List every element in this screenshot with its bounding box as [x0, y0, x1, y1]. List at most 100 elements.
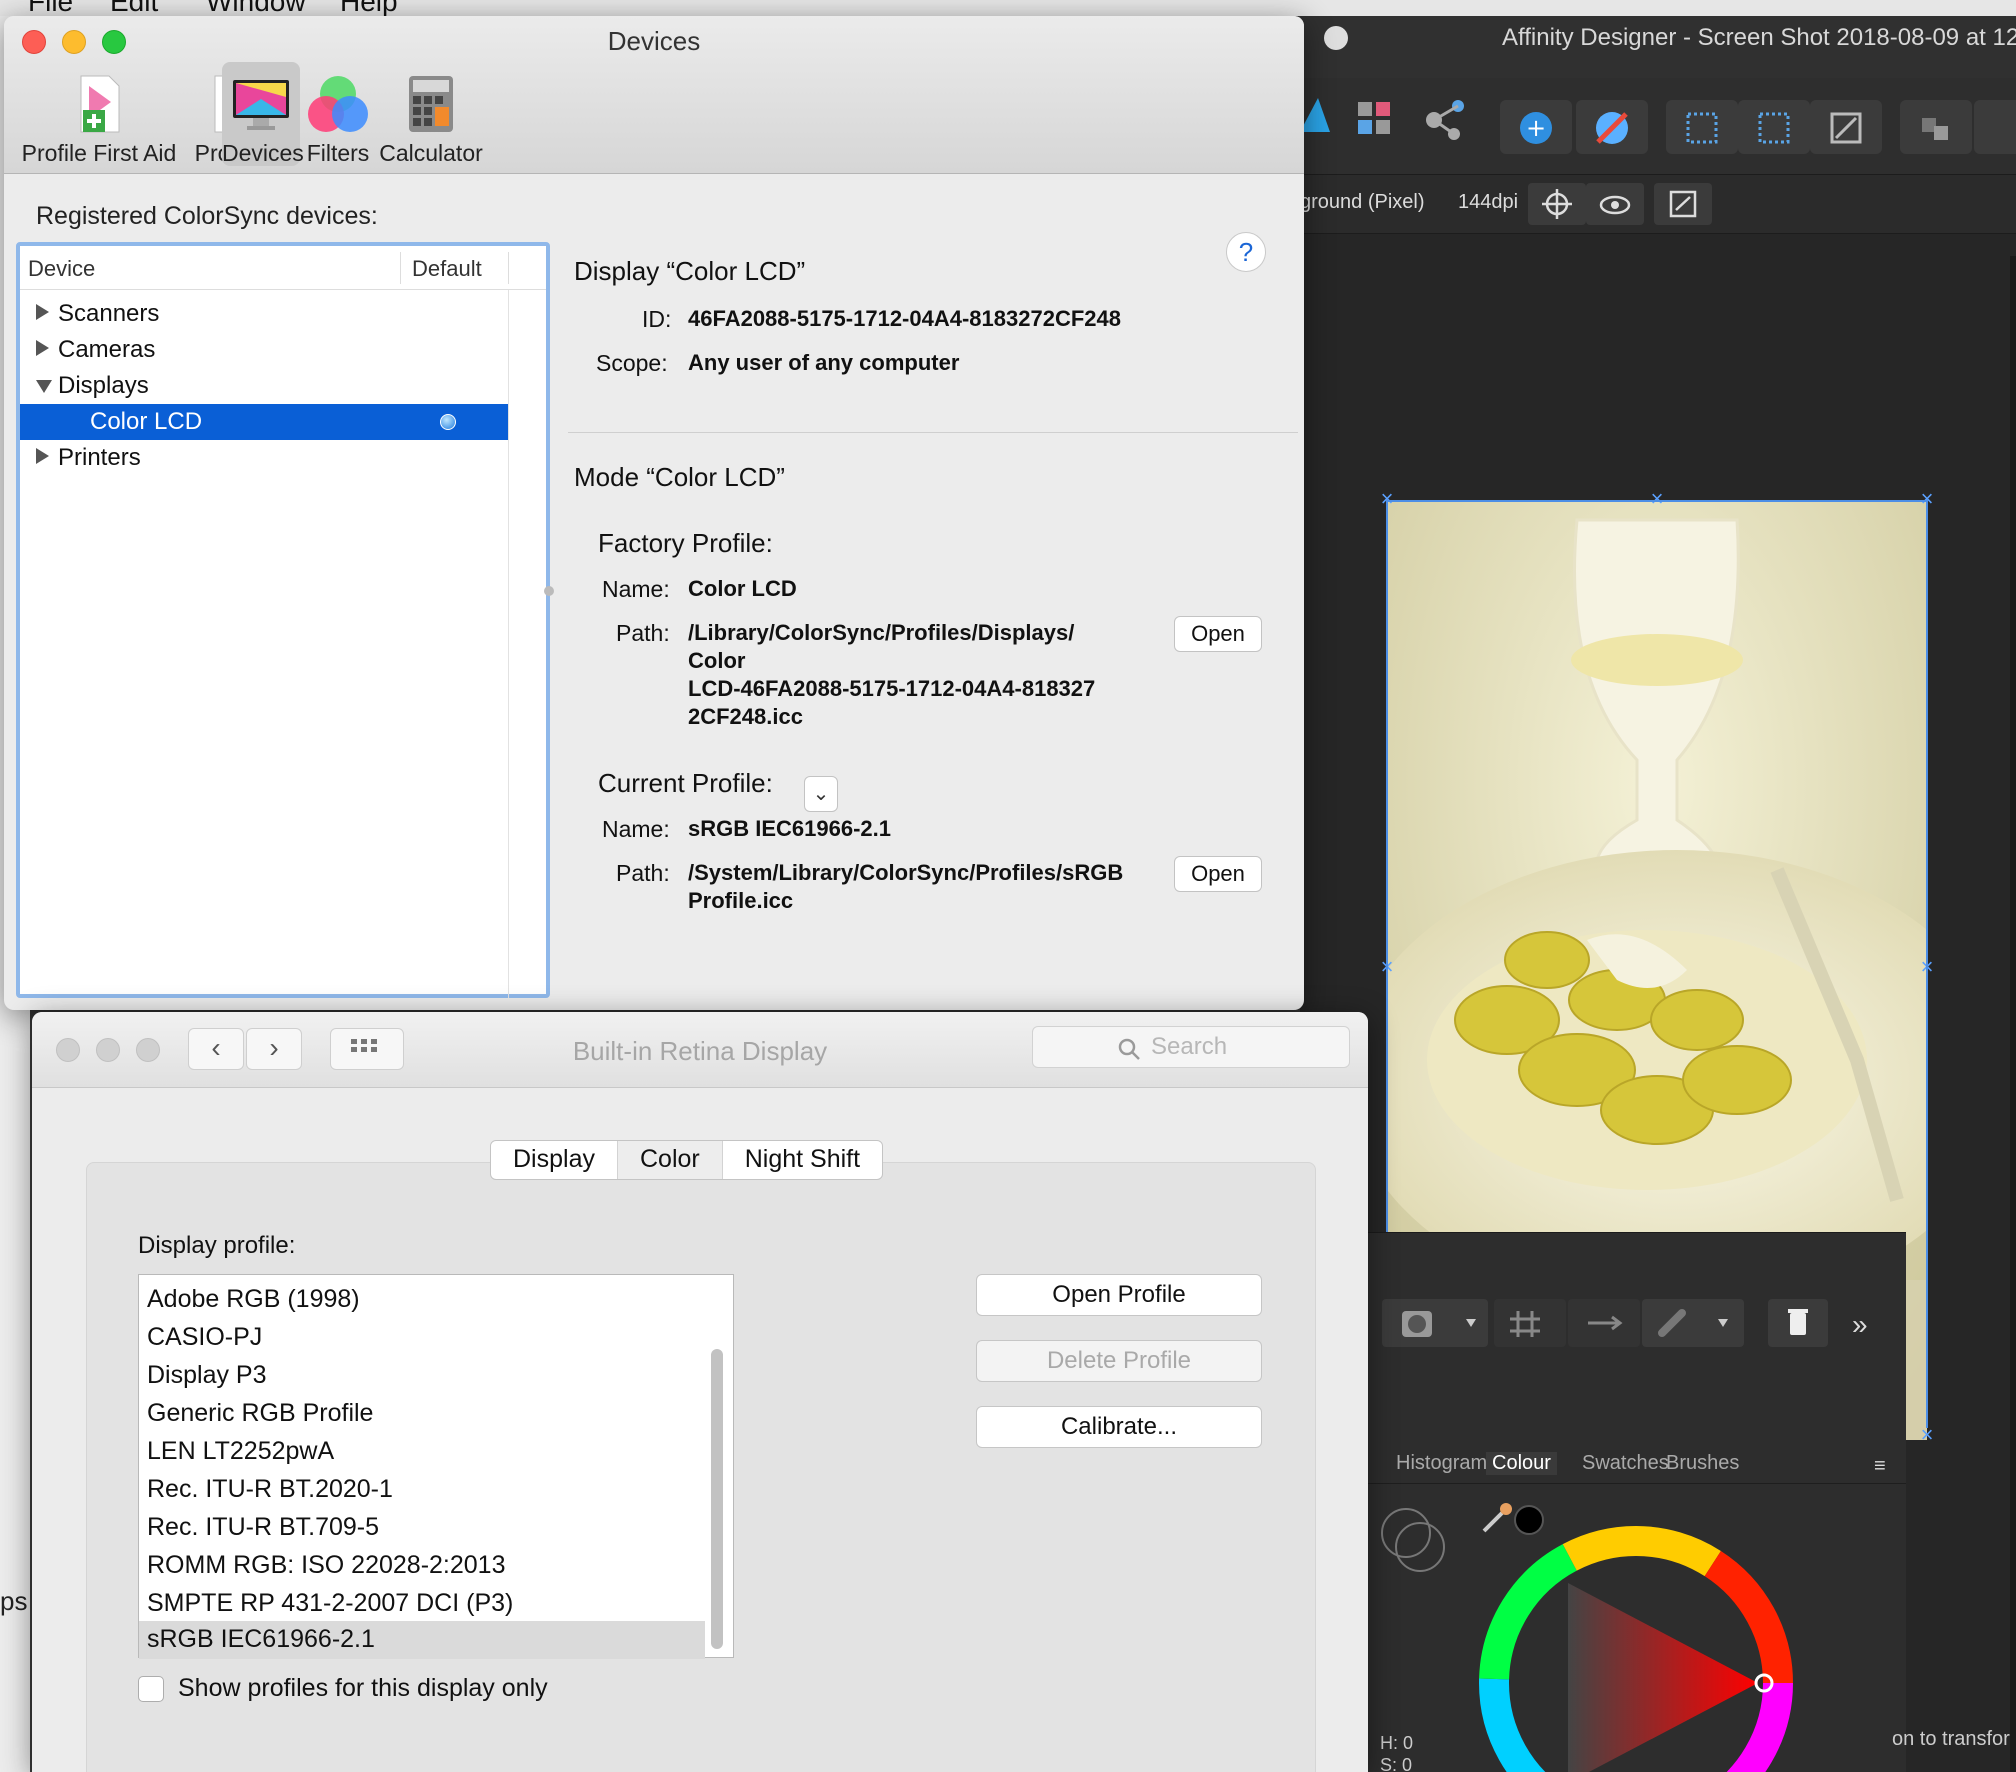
toolbar-devices[interactable]: Devices: [222, 62, 304, 166]
layer-name: ground (Pixel): [1300, 191, 1425, 213]
disclosure-right-icon[interactable]: [36, 340, 49, 356]
menu-edit[interactable]: Edit: [110, 0, 158, 16]
search-placeholder: Search: [1151, 1033, 1228, 1060]
syspref-titlebar: ‹ › Built-in Retina Display Search: [32, 1012, 1368, 1088]
rotate-icon[interactable]: [1654, 183, 1712, 225]
crosshair-icon[interactable]: [1528, 183, 1586, 225]
factory-path-line: Color: [688, 648, 746, 673]
help-button[interactable]: ?: [1226, 232, 1266, 272]
snap-grid-icon[interactable]: [1738, 100, 1810, 154]
align-grid-icon[interactable]: [1666, 100, 1738, 154]
arrange-icon[interactable]: [1900, 100, 1972, 154]
scope-value: Any user of any computer: [688, 350, 960, 375]
list-item[interactable]: Generic RGB Profile: [139, 1395, 705, 1433]
list-item[interactable]: Rec. ITU-R BT.2020-1: [139, 1471, 705, 1509]
grid-persona-icon[interactable]: [1354, 98, 1398, 142]
boolean-subtract-icon[interactable]: [1576, 100, 1648, 154]
default-device-indicator-icon: [440, 414, 456, 430]
display-profile-label: Display profile:: [138, 1232, 296, 1259]
overflow-icon[interactable]: [1974, 100, 2016, 154]
transform-icon[interactable]: [1810, 100, 1882, 154]
menu-window[interactable]: Window: [206, 0, 306, 16]
list-scrollbar[interactable]: [711, 1349, 723, 1649]
shape-fill-button[interactable]: [1382, 1299, 1488, 1347]
profile-list[interactable]: Adobe RGB (1998) CASIO-PJ Display P3 Gen…: [138, 1274, 734, 1659]
menu-help[interactable]: Help: [340, 0, 398, 16]
column-header-default[interactable]: Default: [412, 256, 482, 282]
colorsync-toolbar: Devices Profile First Aid Profiles Devic…: [4, 16, 1304, 174]
brush-icon[interactable]: [1642, 1299, 1744, 1347]
open-current-profile-button[interactable]: Open: [1174, 856, 1262, 892]
arrow-icon[interactable]: [1568, 1299, 1640, 1347]
eye-icon[interactable]: [1586, 183, 1644, 225]
list-item[interactable]: LEN LT2252pwA: [139, 1433, 705, 1471]
disclosure-down-icon[interactable]: [36, 380, 52, 393]
share-icon[interactable]: [1424, 98, 1468, 142]
show-profiles-checkbox[interactable]: [138, 1676, 164, 1702]
toolbar-profile-first-aid[interactable]: Profile First Aid: [14, 62, 184, 166]
tree-item-printers[interactable]: Printers: [20, 440, 500, 476]
affinity-window-title: Affinity Designer - Screen Shot 2018-08-…: [1502, 24, 2016, 51]
current-profile-heading: Current Profile:: [598, 768, 773, 798]
list-item[interactable]: SMPTE RP 431-2-2007 DCI (P3): [139, 1585, 705, 1623]
list-item[interactable]: Adobe RGB (1998): [139, 1281, 705, 1319]
tab-swatches[interactable]: Swatches: [1582, 1452, 1669, 1475]
fill-stroke-icon[interactable]: [1376, 1503, 1456, 1583]
tab-brushes[interactable]: Brushes: [1666, 1452, 1739, 1475]
saturation-readout: S: 0: [1380, 1755, 1413, 1772]
list-item-selected[interactable]: sRGB IEC61966-2.1: [139, 1621, 705, 1659]
tree-item-cameras[interactable]: Cameras: [20, 332, 500, 368]
tab-colour[interactable]: Colour: [1486, 1452, 1557, 1475]
panel-menu-icon[interactable]: ≡: [1874, 1455, 1886, 1478]
factory-path-line: /Library/ColorSync/Profiles/Displays/: [688, 620, 1075, 645]
column-header-device[interactable]: Device: [28, 256, 95, 282]
hue-readout: H: 0: [1380, 1733, 1414, 1753]
system-preferences-window: ‹ › Built-in Retina Display Search Displ…: [32, 1012, 1368, 1772]
tab-histogram[interactable]: Histogram: [1396, 1452, 1487, 1475]
tree-item-color-lcd[interactable]: Color LCD: [20, 404, 508, 440]
persona-icon[interactable]: [1300, 92, 1330, 136]
mode-heading: Mode “Color LCD”: [574, 462, 785, 492]
trash-icon[interactable]: [1768, 1299, 1828, 1347]
window-title: Devices: [607, 26, 701, 56]
expand-chevron-icon[interactable]: »: [1852, 1309, 1868, 1341]
current-path-line: Profile.icc: [688, 888, 794, 913]
current-profile-dropdown[interactable]: ⌄: [804, 776, 838, 812]
tree-item-displays[interactable]: Displays: [20, 368, 500, 404]
tab-color[interactable]: Color: [617, 1141, 723, 1179]
colorsync-utility-window: Devices Profile First Aid Profiles Devic…: [4, 16, 1304, 1010]
toolbar-calculator[interactable]: Calculator: [370, 62, 492, 166]
scrollbar-edge[interactable]: [2010, 256, 2016, 1772]
status-hint-text: on to transfor: [1892, 1728, 2010, 1750]
list-item[interactable]: CASIO-PJ: [139, 1319, 705, 1357]
background-text-fragment: ps: [0, 1586, 28, 1616]
menu-file[interactable]: File: [28, 0, 73, 16]
tab-display[interactable]: Display: [491, 1141, 618, 1179]
boolean-add-icon[interactable]: +: [1500, 100, 1572, 154]
filters-icon: [306, 72, 370, 136]
list-item[interactable]: ROMM RGB: ISO 22028-2:2013: [139, 1547, 705, 1585]
tab-night-shift[interactable]: Night Shift: [723, 1141, 882, 1179]
disclosure-right-icon[interactable]: [36, 304, 49, 320]
colour-wheel[interactable]: [1476, 1523, 1796, 1772]
resize-handle-icon[interactable]: ×: [1648, 488, 1666, 510]
list-item[interactable]: Rec. ITU-R BT.709-5: [139, 1509, 705, 1547]
toolbar-filters[interactable]: Filters: [302, 62, 374, 166]
search-field[interactable]: Search: [1032, 1026, 1350, 1068]
tab-segmented-control: Display Color Night Shift: [490, 1140, 884, 1180]
tree-item-scanners[interactable]: Scanners: [20, 296, 500, 332]
split-view-handle[interactable]: [544, 586, 554, 596]
open-profile-button[interactable]: Open Profile: [976, 1274, 1262, 1316]
disclosure-right-icon[interactable]: [36, 448, 49, 464]
device-outline-list[interactable]: Device Default Scanners Cameras Displays…: [16, 242, 550, 998]
current-name-value: sRGB IEC61966-2.1: [688, 816, 891, 841]
window-control-dot[interactable]: [1324, 26, 1348, 50]
delete-profile-button[interactable]: Delete Profile: [976, 1340, 1262, 1382]
resize-handle-icon[interactable]: ×: [1918, 1424, 1936, 1446]
grid-icon[interactable]: [1494, 1299, 1566, 1347]
search-icon: [1118, 1038, 1140, 1060]
open-factory-profile-button[interactable]: Open: [1174, 616, 1262, 652]
current-path-line: /System/Library/ColorSync/Profiles/sRGB: [688, 860, 1124, 885]
list-item[interactable]: Display P3: [139, 1357, 705, 1395]
calibrate-button[interactable]: Calibrate...: [976, 1406, 1262, 1448]
